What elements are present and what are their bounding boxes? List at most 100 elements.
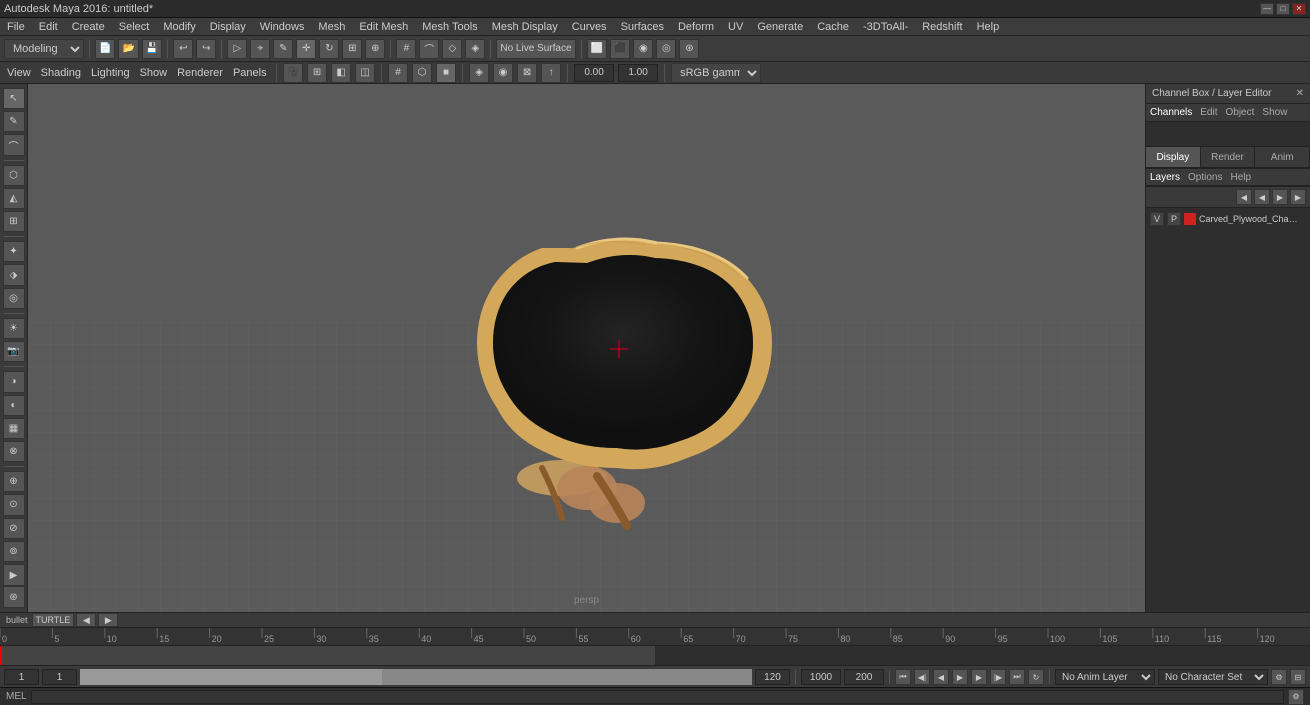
go-end-btn[interactable]: ⏭ — [1009, 669, 1025, 685]
menu-edit[interactable]: Edit — [36, 20, 61, 34]
anim-settings-btn[interactable]: ⚙ — [1271, 669, 1287, 685]
menu-windows[interactable]: Windows — [257, 20, 308, 34]
render-lt-btn[interactable]: ◑ — [3, 371, 25, 392]
cam-btn3[interactable]: ◧ — [331, 63, 351, 83]
start-frame-input[interactable] — [4, 669, 39, 685]
light-btn[interactable]: ☀ — [3, 318, 25, 339]
misc3-btn[interactable]: ⊘ — [3, 518, 25, 539]
next-frame-tl-btn[interactable]: ▶ — [971, 669, 987, 685]
render5-btn[interactable]: ⊛ — [679, 39, 699, 59]
undo-btn[interactable]: ↩ — [173, 39, 193, 59]
menu-mesh[interactable]: Mesh — [315, 20, 348, 34]
menu-select[interactable]: Select — [116, 20, 153, 34]
joint-btn[interactable]: ✦ — [3, 241, 25, 262]
layer-p-btn[interactable]: P — [1167, 212, 1181, 226]
snap-grid-btn[interactable]: # — [396, 39, 416, 59]
shade-btn[interactable]: ■ — [436, 63, 456, 83]
menu-mesh-display[interactable]: Mesh Display — [489, 20, 561, 34]
misc2-btn[interactable]: ⊙ — [3, 494, 25, 515]
subtab-help[interactable]: Help — [1230, 172, 1251, 183]
menu-file[interactable]: File — [4, 20, 28, 34]
skin-btn[interactable]: ◎ — [3, 288, 25, 309]
misc4-btn[interactable]: ⊚ — [3, 541, 25, 562]
mat-btn[interactable]: ◉ — [493, 63, 513, 83]
menu-redshift[interactable]: Redshift — [919, 20, 965, 34]
lasso-tool-btn[interactable]: ⌖ — [250, 39, 270, 59]
xray-btn[interactable]: ◈ — [469, 63, 489, 83]
save-scene-btn[interactable]: 💾 — [142, 39, 162, 59]
wire-btn[interactable]: ⬡ — [412, 63, 432, 83]
next-frame-btn[interactable]: ▶ — [98, 613, 118, 627]
open-scene-btn[interactable]: 📂 — [118, 39, 138, 59]
scale-tool-btn[interactable]: ⊞ — [342, 39, 362, 59]
no-live-surface-btn[interactable]: No Live Surface — [496, 39, 575, 59]
play-btn[interactable]: ▶ — [952, 669, 968, 685]
misc1-btn[interactable]: ⊕ — [3, 471, 25, 492]
gamma-dropdown[interactable]: sRGB gamma — [671, 63, 761, 83]
cam-btn2[interactable]: ⊞ — [307, 63, 327, 83]
tab-object[interactable]: Object — [1226, 107, 1255, 118]
render1-btn[interactable]: ⬜ — [587, 39, 607, 59]
snap-point-btn[interactable]: ◇ — [442, 39, 462, 59]
sculpt-btn[interactable]: ◭ — [3, 188, 25, 209]
viewport-menu-view[interactable]: View — [4, 66, 34, 80]
timeline-scrub-bar[interactable] — [80, 669, 752, 685]
grid-toggle-btn[interactable]: # — [388, 63, 408, 83]
redo-btn[interactable]: ↪ — [196, 39, 216, 59]
menu-modify[interactable]: Modify — [160, 20, 198, 34]
select-mode-btn[interactable]: ↖ — [3, 88, 25, 109]
script-btn[interactable]: ⚙ — [1288, 689, 1304, 705]
viewport-menu-shading[interactable]: Shading — [38, 66, 84, 80]
prev-key-btn[interactable]: ◀| — [914, 669, 930, 685]
close-btn[interactable]: ✕ — [1292, 3, 1306, 15]
normals-btn[interactable]: ↑ — [541, 63, 561, 83]
dynamics-btn[interactable]: ⊛ — [3, 586, 25, 608]
maximize-btn[interactable]: □ — [1276, 3, 1290, 15]
menu-deform[interactable]: Deform — [675, 20, 717, 34]
menu-display[interactable]: Display — [207, 20, 249, 34]
turtle-btn[interactable]: TURTLE — [32, 613, 75, 627]
char-set-dropdown[interactable]: No Character Set — [1158, 669, 1268, 685]
select-tool-btn[interactable]: ▷ — [227, 39, 247, 59]
viewport-menu-lighting[interactable]: Lighting — [88, 66, 133, 80]
snap-curve-btn[interactable]: ⌒ — [419, 39, 439, 59]
viewport-menu-panels[interactable]: Panels — [230, 66, 270, 80]
cam-btn1[interactable]: 🎥 — [283, 63, 303, 83]
menu-generate[interactable]: Generate — [754, 20, 806, 34]
anim-extra-btn[interactable]: ⊟ — [1290, 669, 1306, 685]
current-frame-input[interactable] — [42, 669, 77, 685]
render2-btn[interactable]: ⬛ — [610, 39, 630, 59]
next-key-btn[interactable]: |▶ — [990, 669, 1006, 685]
camera-lt-btn[interactable]: 📷 — [3, 341, 25, 362]
snap-view-btn[interactable]: ◈ — [465, 39, 485, 59]
menu-cache[interactable]: Cache — [814, 20, 852, 34]
poly-btn[interactable]: ⬡ — [3, 165, 25, 186]
curve-tool-btn[interactable]: ⌒ — [3, 134, 25, 155]
anim-tab[interactable]: Anim — [1255, 147, 1310, 167]
layer-ctrl-3[interactable]: ▶ — [1272, 189, 1288, 205]
tab-channels[interactable]: Channels — [1150, 107, 1192, 118]
menu-surfaces[interactable]: Surfaces — [618, 20, 667, 34]
layer-ctrl-2[interactable]: ◀ — [1254, 189, 1270, 205]
transform-tool-btn[interactable]: ⊕ — [365, 39, 385, 59]
uvs-btn[interactable]: ⊠ — [517, 63, 537, 83]
end-frame-input[interactable] — [755, 669, 790, 685]
render4-btn[interactable]: ◎ — [656, 39, 676, 59]
value-x-input[interactable] — [574, 64, 614, 82]
prev-frame-tl-btn[interactable]: ◀ — [933, 669, 949, 685]
move-tool-btn[interactable]: ✛ — [296, 39, 316, 59]
cam-btn4[interactable]: ◫ — [355, 63, 375, 83]
menu-curves[interactable]: Curves — [569, 20, 610, 34]
menu-3dtoall[interactable]: -3DToAll- — [860, 20, 911, 34]
animation-btn[interactable]: ▶ — [3, 564, 25, 586]
prev-frame-btn[interactable]: ◀ — [76, 613, 96, 627]
value-y-input[interactable] — [618, 64, 658, 82]
render3-btn[interactable]: ◉ — [633, 39, 653, 59]
subtab-options[interactable]: Options — [1188, 172, 1222, 183]
max-frame-input[interactable] — [801, 669, 841, 685]
viewport-menu-show[interactable]: Show — [137, 66, 171, 80]
texture-lt-btn[interactable]: ▦ — [3, 418, 25, 439]
paint-tool-btn[interactable]: ✎ — [3, 111, 25, 132]
timeline-track[interactable] — [0, 646, 1310, 666]
layer-v-btn[interactable]: V — [1150, 212, 1164, 226]
